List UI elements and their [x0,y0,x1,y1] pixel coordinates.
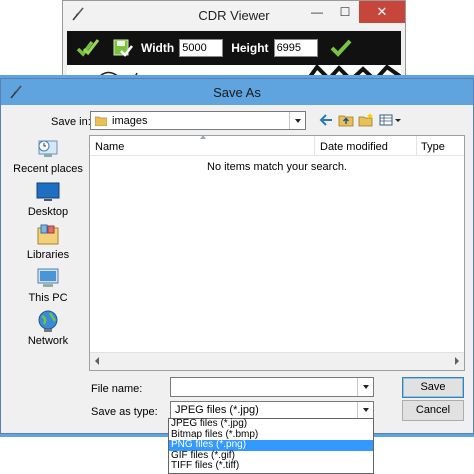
horizontal-scrollbar[interactable] [90,352,464,370]
place-this-pc[interactable]: This PC [11,266,85,309]
view-menu-button[interactable] [377,111,403,128]
save-in-dropdown[interactable]: images [90,111,306,130]
place-desktop[interactable]: Desktop [11,180,85,223]
apply-size-button[interactable] [328,35,354,61]
chevron-down-icon[interactable] [357,402,373,418]
new-folder-button[interactable] [357,111,375,128]
save-button[interactable]: Save [402,377,464,398]
up-folder-icon [338,115,354,126]
place-label: Desktop [27,206,69,218]
check-all-button[interactable] [75,35,101,61]
this-pc-icon [37,268,59,287]
minimize-button[interactable]: — [303,1,331,23]
scroll-right-icon[interactable] [455,357,459,365]
desktop-icon [36,182,60,201]
libraries-icon [37,224,59,245]
save-as-type-label: Save as type: [91,406,158,418]
file-type-option-tiff[interactable]: TIFF files (*.tiff) [169,461,373,472]
sort-ascending-icon [200,135,206,139]
place-label: Libraries [26,249,70,261]
back-button[interactable] [317,111,335,128]
file-list[interactable]: Name Date modified Type No items match y… [89,135,465,371]
file-type-option-jpeg[interactable]: JPEG files (*.jpg) [169,418,373,430]
close-button[interactable]: ✕ [359,1,405,23]
navigation-toolbar [317,111,403,128]
save-as-type-dropdown[interactable]: JPEG files (*.jpg) [170,401,374,419]
file-name-label: File name: [91,383,143,395]
place-label: Recent places [13,163,83,175]
up-folder-button[interactable] [337,111,355,128]
column-header-type[interactable]: Type [421,141,445,153]
place-libraries[interactable]: Libraries [11,223,85,266]
check-icon [330,39,352,57]
chevron-down-icon[interactable] [289,112,305,129]
file-type-list: JPEG files (*.jpg) Bitmap files (*.bmp) … [168,418,374,474]
save-as-dialog: Save As Save in: images Recent places De… [0,78,474,434]
new-folder-icon [358,112,373,126]
width-input[interactable] [179,39,224,57]
folder-icon [95,116,107,126]
scroll-left-icon[interactable] [95,357,99,365]
places-bar: Recent places Desktop Libraries This PC … [11,137,85,352]
file-list-header: Name Date modified Type [90,135,464,156]
double-check-icon [76,39,100,57]
save-in-label: Save in: [51,116,91,128]
network-icon [38,310,58,332]
column-header-name[interactable]: Name [95,141,124,153]
save-in-value: images [112,114,148,127]
dialog-title: Save As [213,85,261,100]
recent-places-icon [38,140,58,157]
place-label: This PC [28,292,68,304]
cdr-window-controls: — ☐ ✕ [303,1,405,23]
cdr-toolbar: Width Height [67,31,401,65]
empty-list-message: No items match your search. [207,161,347,173]
floppy-check-icon [113,39,133,57]
cancel-button[interactable]: Cancel [402,400,464,421]
maximize-button[interactable]: ☐ [331,1,359,23]
cdr-viewer-window: CDR Viewer — ☐ ✕ Width Height [62,0,406,82]
place-network[interactable]: Network [11,309,85,352]
view-list-icon [379,114,401,125]
cdr-title-bar: CDR Viewer — ☐ ✕ [63,1,405,27]
back-arrow-icon [319,113,332,126]
height-input[interactable] [273,39,318,57]
height-label: Height [231,41,269,55]
width-label: Width [141,41,175,55]
file-name-input[interactable] [170,377,374,397]
save-image-button[interactable] [109,35,135,61]
column-header-date-modified[interactable]: Date modified [320,141,388,153]
place-recent-places[interactable]: Recent places [11,137,85,180]
dialog-title-bar[interactable]: Save As [1,79,473,105]
save-as-type-value: JPEG files (*.jpg) [175,404,259,416]
place-label: Network [27,335,69,347]
chevron-down-icon[interactable] [357,378,373,396]
